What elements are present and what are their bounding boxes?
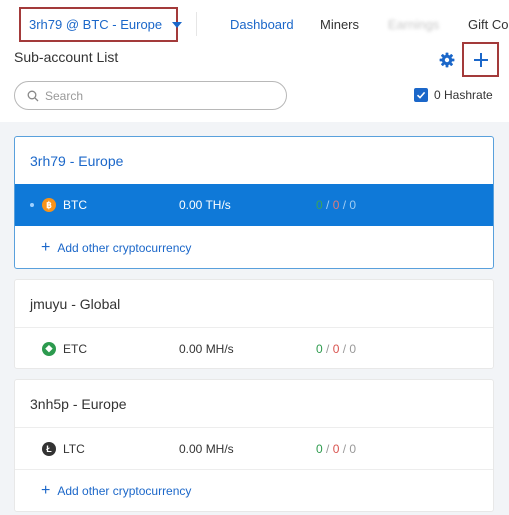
row-divider [15,469,493,470]
coin-symbol: LTC [63,441,85,456]
account-selector-label: 3rh79 @ BTC - Europe [29,17,163,32]
account-selector-dropdown[interactable]: 3rh79 @ BTC - Europe [19,7,183,42]
count-separator: / [339,198,350,212]
plus-icon: + [41,239,51,256]
hashrate-checkbox[interactable] [414,88,428,102]
plus-icon [473,52,488,67]
coin-row-btc[interactable]: ฿ BTC 0.00 TH/s 0 / 0 / 0 [15,184,493,226]
ethereum-classic-icon: ◆ [42,341,56,356]
nav-divider [196,12,197,36]
count-separator: / [322,441,333,456]
subaccount-name: jmuyu - Global [30,296,121,312]
add-cryptocurrency-link[interactable]: + Add other cryptocurrency [41,239,192,256]
subaccount-card[interactable]: jmuyu - Global ◆ ETC 0.00 MH/s 0 / 0 / 0 [14,279,494,369]
count-separator: / [339,341,350,356]
search-icon [27,90,39,101]
top-navigation-bar: 3rh79 @ BTC - Europe Dashboard Miners Ea… [0,0,509,48]
caret-down-icon [172,21,183,28]
subaccount-name: 3nh5p - Europe [30,396,127,412]
plus-icon: + [41,482,51,499]
page-title: Sub-account List [14,49,119,65]
worker-status-counts: 0 / 0 / 0 [316,198,356,212]
coin-hashrate: 0.00 MH/s [179,341,234,356]
subaccount-card[interactable]: 3rh79 - Europe ฿ BTC 0.00 TH/s 0 / 0 / 0… [14,136,494,269]
active-workers-count: 0 [316,441,323,456]
nav-dashboard[interactable]: Dashboard [230,17,294,32]
subaccount-name: 3rh79 - Europe [30,153,124,169]
count-separator: / [322,198,333,212]
offline-workers-count: 0 [349,341,357,356]
worker-status-counts: 0 / 0 / 0 [316,342,356,356]
selected-bullet [30,203,34,207]
settings-button[interactable] [432,45,462,75]
coin-hashrate: 0.00 MH/s [179,441,234,456]
search-input[interactable] [45,88,265,103]
coin-hashrate: 0.00 TH/s [179,198,231,212]
hashrate-label: 0 Hashrate [434,88,493,102]
coin-symbol: ETC [63,341,87,356]
nav-miners[interactable]: Miners [320,17,359,32]
coin-row-etc[interactable]: ◆ ETC 0.00 MH/s 0 / 0 / 0 [15,327,493,369]
active-workers-count: 0 [316,341,323,356]
coin-row-ltc[interactable]: Ł LTC 0.00 MH/s 0 / 0 / 0 [15,427,493,469]
gear-icon [439,52,455,68]
add-subaccount-button[interactable] [462,42,499,77]
nav-gift-coin[interactable]: Gift Coin [468,17,509,32]
worker-status-counts: 0 / 0 / 0 [316,442,356,456]
nav-earnings[interactable]: Earnings [388,17,439,32]
litecoin-icon: Ł [42,441,56,456]
bitcoin-icon: ฿ [42,198,56,212]
check-icon [416,91,426,99]
count-separator: / [322,341,333,356]
offline-workers-count: 0 [349,441,357,456]
count-separator: / [339,441,350,456]
search-box [14,81,287,110]
active-workers-count: 0 [316,198,323,212]
add-cryptocurrency-label: Add other cryptocurrency [57,484,192,498]
add-cryptocurrency-link[interactable]: + Add other cryptocurrency [41,482,192,499]
offline-workers-count: 0 [349,198,357,212]
subaccount-card[interactable]: 3nh5p - Europe Ł LTC 0.00 MH/s 0 / 0 / 0… [14,379,494,512]
hashrate-filter-toggle[interactable]: 0 Hashrate [414,88,493,102]
add-cryptocurrency-label: Add other cryptocurrency [57,241,192,255]
coin-symbol: BTC [63,198,87,212]
